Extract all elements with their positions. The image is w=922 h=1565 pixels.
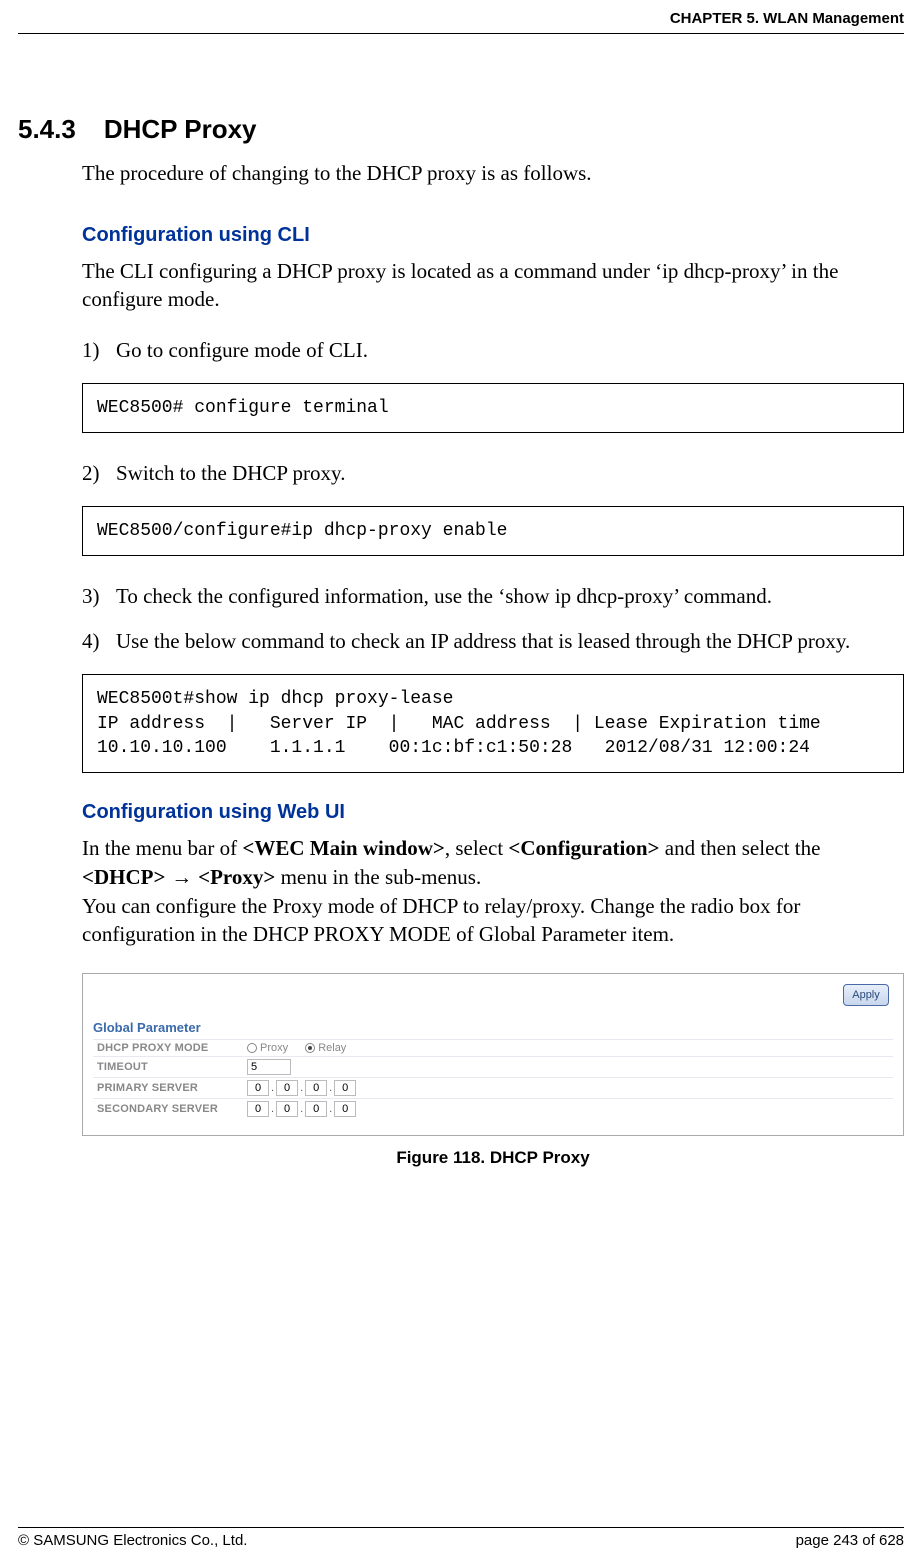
txt: and then select the — [660, 836, 821, 860]
figure-screenshot: Apply Global Parameter DHCP PROXY MODE P… — [82, 973, 904, 1136]
code-block-2: WEC8500/configure#ip dhcp-proxy enable — [82, 506, 904, 556]
primary-octet-1[interactable]: 0 — [247, 1080, 269, 1096]
step-4-num: 4) — [82, 629, 116, 654]
cli-description: The CLI configuring a DHCP proxy is loca… — [82, 257, 904, 314]
txt: In the menu bar of — [82, 836, 242, 860]
primary-octet-3[interactable]: 0 — [305, 1080, 327, 1096]
step-2: 2) Switch to the DHCP proxy. — [82, 461, 904, 486]
global-parameter-table: DHCP PROXY MODE Proxy Relay TIMEOUT 5 PR… — [93, 1039, 893, 1119]
step-3-num: 3) — [82, 584, 116, 609]
webui-heading: Configuration using Web UI — [82, 801, 904, 824]
primary-octet-2[interactable]: 0 — [276, 1080, 298, 1096]
page-header: CHAPTER 5. WLAN Management — [18, 10, 904, 34]
txt: menu in the sub-menus. — [275, 865, 481, 889]
step-2-text: Switch to the DHCP proxy. — [116, 461, 345, 486]
txt: <Configuration> — [508, 836, 659, 860]
dot: . — [298, 1082, 305, 1094]
txt: <Proxy> — [198, 865, 275, 889]
global-parameter-title: Global Parameter — [93, 1020, 893, 1035]
webui-paragraph: In the menu bar of <WEC Main window>, se… — [82, 834, 904, 948]
txt: <WEC Main window> — [242, 836, 444, 860]
figure-caption: Figure 118. DHCP Proxy — [82, 1148, 904, 1168]
txt: You can configure the Proxy mode of DHCP… — [82, 894, 800, 946]
step-1-text: Go to configure mode of CLI. — [116, 338, 368, 363]
cli-heading: Configuration using CLI — [82, 224, 904, 247]
secondary-octet-4[interactable]: 0 — [334, 1101, 356, 1117]
footer-page-number: page 243 of 628 — [796, 1532, 904, 1549]
apply-button[interactable]: Apply — [843, 984, 889, 1006]
step-1: 1) Go to configure mode of CLI. — [82, 338, 904, 363]
label-timeout: TIMEOUT — [93, 1056, 243, 1077]
row-secondary-server: SECONDARY SERVER 0.0.0.0 — [93, 1098, 893, 1119]
arrow-icon: → — [165, 866, 198, 889]
section-heading: 5.4.3 DHCP Proxy — [18, 114, 904, 145]
step-1-num: 1) — [82, 338, 116, 363]
dot: . — [298, 1103, 305, 1115]
label-secondary: SECONDARY SERVER — [93, 1098, 243, 1119]
section-title: DHCP Proxy — [104, 114, 257, 144]
radio-relay-label: Relay — [318, 1042, 346, 1054]
txt: , select — [445, 836, 509, 860]
radio-proxy[interactable] — [247, 1043, 257, 1053]
footer-copyright: © SAMSUNG Electronics Co., Ltd. — [18, 1532, 247, 1549]
section-intro: The procedure of changing to the DHCP pr… — [82, 161, 904, 186]
step-3: 3) To check the configured information, … — [82, 584, 904, 609]
dot: . — [327, 1082, 334, 1094]
code-block-3: WEC8500t#show ip dhcp proxy-lease IP add… — [82, 674, 904, 773]
radio-relay[interactable] — [305, 1043, 315, 1053]
step-2-num: 2) — [82, 461, 116, 486]
section-number: 5.4.3 — [18, 114, 76, 145]
row-primary-server: PRIMARY SERVER 0.0.0.0 — [93, 1077, 893, 1098]
txt: <DHCP> — [82, 865, 165, 889]
page-footer: © SAMSUNG Electronics Co., Ltd. page 243… — [18, 1527, 904, 1549]
primary-octet-4[interactable]: 0 — [334, 1080, 356, 1096]
secondary-octet-2[interactable]: 0 — [276, 1101, 298, 1117]
radio-proxy-label: Proxy — [260, 1042, 288, 1054]
step-4: 4) Use the below command to check an IP … — [82, 629, 904, 654]
dot: . — [269, 1082, 276, 1094]
label-proxy-mode: DHCP PROXY MODE — [93, 1039, 243, 1056]
row-timeout: TIMEOUT 5 — [93, 1056, 893, 1077]
timeout-input[interactable]: 5 — [247, 1059, 291, 1075]
step-4-text: Use the below command to check an IP add… — [116, 629, 850, 654]
label-primary: PRIMARY SERVER — [93, 1077, 243, 1098]
secondary-octet-3[interactable]: 0 — [305, 1101, 327, 1117]
row-proxy-mode: DHCP PROXY MODE Proxy Relay — [93, 1039, 893, 1056]
dot: . — [327, 1103, 334, 1115]
code-block-1: WEC8500# configure terminal — [82, 383, 904, 433]
dot: . — [269, 1103, 276, 1115]
step-3-text: To check the configured information, use… — [116, 584, 772, 609]
secondary-octet-1[interactable]: 0 — [247, 1101, 269, 1117]
